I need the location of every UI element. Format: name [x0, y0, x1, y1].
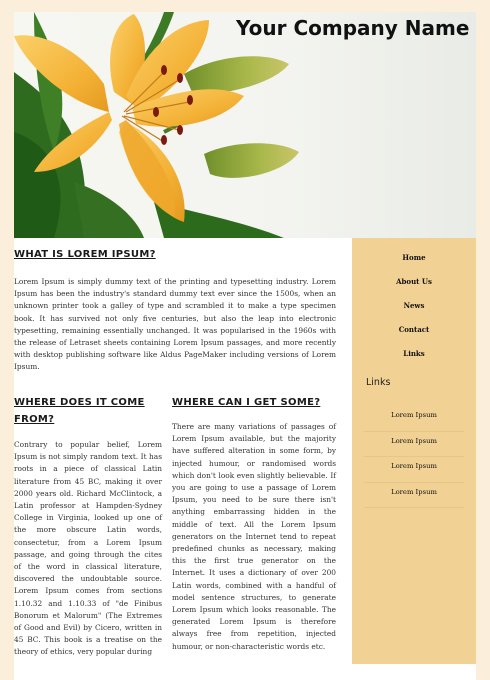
section-text: There are many variations of passages of…: [172, 422, 336, 651]
link-item[interactable]: Lorem Ipsum: [364, 406, 464, 432]
section-text: Contrary to popular belief, Lorem Ipsum …: [14, 440, 162, 657]
nav-item-home[interactable]: Home: [352, 250, 476, 274]
section-title: WHERE CAN I GET SOME?: [172, 397, 321, 408]
section-title: WHAT IS LOREM IPSUM?: [14, 249, 156, 260]
links-heading: Links: [366, 377, 391, 388]
header-banner: Your Company Name: [14, 12, 476, 238]
link-item[interactable]: Lorem Ipsum: [364, 432, 464, 457]
company-name: Your Company Name: [236, 16, 470, 40]
section-what-is: WHAT IS LOREM IPSUM? Lorem Ipsum is simp…: [14, 246, 336, 374]
section-title: WHERE DOES IT COME FROM?: [14, 397, 145, 425]
nav-item-news[interactable]: News: [352, 298, 476, 322]
section-where-from: WHERE DOES IT COME FROM? Contrary to pop…: [14, 394, 162, 659]
nav-item-links[interactable]: Links: [352, 346, 476, 370]
link-item[interactable]: Lorem Ipsum: [364, 483, 464, 508]
link-item[interactable]: Lorem Ipsum: [364, 457, 464, 483]
lily-flower-image: [14, 12, 299, 238]
page-container: Your Company Name WHAT IS LOREM IPSUM? L…: [14, 12, 476, 680]
nav-item-contact[interactable]: Contact: [352, 322, 476, 346]
section-text: Lorem Ipsum is simply dummy text of the …: [14, 277, 336, 372]
main-content: WHAT IS LOREM IPSUM? Lorem Ipsum is simp…: [14, 238, 352, 680]
sidebar: Home About Us News Contact Links Links L…: [352, 238, 476, 664]
section-where-get: WHERE CAN I GET SOME? There are many var…: [172, 394, 336, 653]
links-list: Lorem Ipsum Lorem Ipsum Lorem Ipsum Lore…: [364, 406, 464, 508]
nav-item-about-us[interactable]: About Us: [352, 274, 476, 298]
nav-menu: Home About Us News Contact Links: [352, 250, 476, 370]
